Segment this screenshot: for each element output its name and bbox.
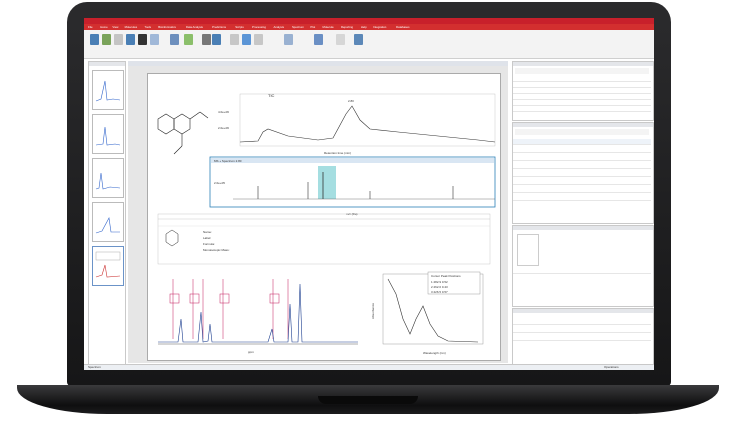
tic-y-mid: 2.0e+06 — [218, 126, 229, 130]
tic-y-top: 4.0e+06 — [218, 110, 229, 114]
uv-chart: Cursor Peak Positions 1 282.9 0.52 2 262… — [371, 271, 484, 355]
app-screen: File Home View Molecules Tools Bioinformatics… — [84, 18, 654, 370]
pages-panel-header — [89, 62, 125, 66]
multiplets-panel — [512, 122, 654, 224]
integrate-icon[interactable] — [314, 34, 323, 45]
molecule-structure — [157, 111, 209, 155]
ribbon-toolbar — [84, 30, 654, 59]
uv-box-1: 1 282.9 0.52 — [431, 280, 448, 284]
svg-text:2.80: 2.80 — [348, 99, 354, 103]
ms-title: MS + Spectrum 2.80 — [214, 159, 242, 163]
table-icon[interactable] — [242, 34, 251, 45]
layout-icon[interactable] — [202, 34, 211, 45]
uv-box-title: Cursor Peak Positions — [431, 274, 461, 278]
status-left: Spectrum — [88, 365, 101, 369]
uv-xlabel: Wavelength (nm) — [423, 351, 446, 355]
predict-icon[interactable] — [184, 34, 193, 45]
page-thumb-1[interactable] — [92, 70, 124, 110]
document-tab-strip — [128, 61, 508, 66]
tic-chart: TIC 4.0e+06 2.0e+06 2.80 Retention time … — [218, 93, 496, 155]
open-icon[interactable] — [90, 34, 99, 45]
molecule-data-mass: Monoisotopic Mass: — [203, 248, 230, 252]
molecule-panel — [512, 225, 654, 307]
page-thumb-5[interactable] — [92, 246, 124, 286]
page-thumb-4[interactable] — [92, 202, 124, 242]
zoom-icon[interactable] — [126, 34, 135, 45]
pages-panel — [88, 61, 126, 365]
document-area: TIC 4.0e+06 2.0e+06 2.80 Retention time … — [128, 61, 508, 363]
pages-icon[interactable] — [230, 34, 239, 45]
molecule-data-label: Label: — [203, 236, 211, 240]
tic-title: TIC — [268, 93, 275, 98]
molecule-data-formula: Formula: — [203, 242, 215, 246]
report-canvas: TIC 4.0e+06 2.0e+06 2.80 Retention time … — [157, 93, 496, 355]
report-icon[interactable] — [170, 34, 179, 45]
new-icon[interactable] — [102, 34, 111, 45]
uv-box-2: 2 262.0 0.43 — [431, 285, 448, 289]
fit-icon[interactable] — [150, 34, 159, 45]
page-thumb-3[interactable] — [92, 158, 124, 198]
peaks-panel — [512, 61, 654, 121]
uv-ylabel: Absorbance — [371, 303, 375, 319]
molecule-data-name: Name: — [203, 230, 212, 234]
page-thumb-2[interactable] — [92, 114, 124, 154]
layout2-icon[interactable] — [212, 34, 221, 45]
ms-chart: MS + Spectrum 2.80 m/z (Da) 2.0e+05 — [209, 156, 496, 216]
uv-box-3: 3 226.5 0.57 — [431, 290, 448, 294]
export-icon[interactable] — [354, 34, 363, 45]
tool-icon[interactable] — [114, 34, 123, 45]
chart-icon[interactable] — [254, 34, 263, 45]
tic-xlabel: Retention time (min) — [324, 151, 351, 155]
settings-icon[interactable] — [336, 34, 345, 45]
status-right: Operations — [604, 365, 619, 369]
results-table: Name: Label: Formula: Monoisotopic Mass: — [157, 213, 491, 265]
assignments-panel — [512, 308, 654, 365]
molecule-icon[interactable] — [284, 34, 293, 45]
nmr-xlabel: ppm — [248, 350, 254, 354]
ms-y: 2.0e+05 — [214, 181, 225, 185]
laptop-notch — [318, 396, 418, 404]
cursor-icon[interactable] — [138, 34, 147, 45]
report-page: TIC 4.0e+06 2.0e+06 2.80 Retention time … — [147, 73, 501, 361]
nmr-spectrum: ppm — [158, 279, 358, 354]
status-bar: Spectrum Operations — [84, 364, 654, 370]
